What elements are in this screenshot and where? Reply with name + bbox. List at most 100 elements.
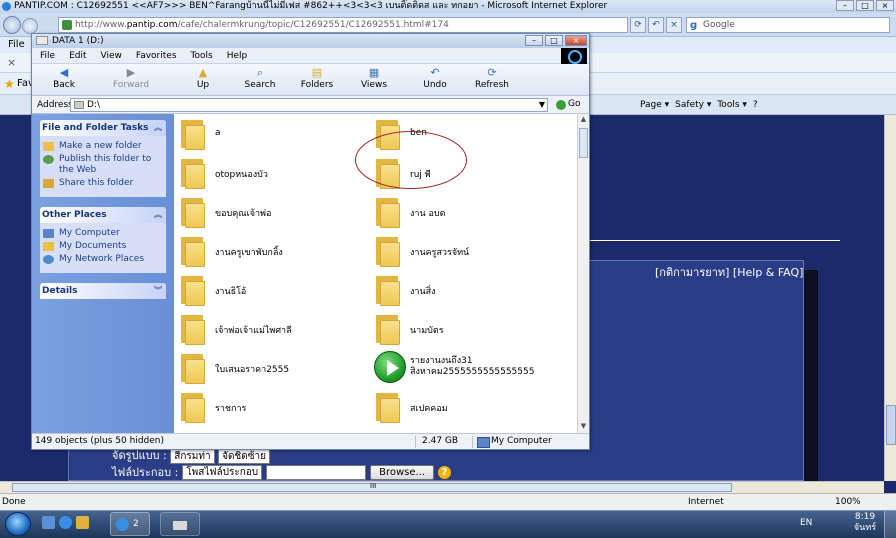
folder-item[interactable]: นามบัตร bbox=[374, 311, 564, 347]
menu-help[interactable]: Help bbox=[227, 48, 248, 63]
ie-search-input[interactable]: g Google bbox=[686, 17, 890, 33]
ie-url-field[interactable]: http://www.pantip.com/cafe/chalermkrung/… bbox=[58, 17, 628, 33]
ie-minimize-button[interactable]: – bbox=[836, 0, 854, 11]
back-icon: ◀ bbox=[59, 66, 69, 79]
ie-back-button[interactable] bbox=[3, 16, 21, 34]
file-folder-tasks-header[interactable]: File and Folder Tasks ︽ bbox=[40, 120, 166, 136]
file-path-input[interactable] bbox=[266, 464, 367, 480]
color-select[interactable]: สีกรมท่า bbox=[170, 449, 215, 464]
help-icon[interactable]: ? bbox=[438, 465, 452, 479]
explorer-window: DATA 1 (D:) – □ × File Edit View Favorit… bbox=[31, 33, 590, 450]
taskbar-ie-group[interactable]: 2 bbox=[110, 512, 150, 536]
item-name: งานครูเขาพับกลิ้ง bbox=[215, 248, 283, 258]
place-my-documents[interactable]: My Documents bbox=[43, 241, 163, 252]
folder-item[interactable]: งานครูสวรจัทน์ bbox=[374, 233, 564, 269]
zoom-level[interactable]: 100% bbox=[835, 494, 861, 510]
status-done: Done bbox=[2, 497, 26, 507]
folder-item[interactable]: a bbox=[179, 116, 369, 152]
toolbar-close-icon[interactable]: × bbox=[7, 56, 16, 69]
views-button[interactable]: ▦ Views bbox=[347, 66, 401, 94]
browse-button[interactable]: Browse... bbox=[370, 464, 435, 480]
start-button[interactable] bbox=[5, 512, 31, 536]
menu-tools[interactable]: Tools bbox=[191, 48, 213, 63]
menu-edit[interactable]: Edit bbox=[69, 48, 86, 63]
folder-item[interactable]: otopหนองบัว bbox=[179, 155, 369, 191]
explorer-minimize-button[interactable]: – bbox=[525, 35, 543, 46]
expand-icon[interactable]: ︾ bbox=[154, 283, 162, 299]
folder-item[interactable]: ขอบคุณเจ้าพ่อ bbox=[179, 194, 369, 230]
clock[interactable]: 8:19 จันทร์ bbox=[850, 512, 880, 534]
address-input[interactable]: D:\ ▼ bbox=[70, 98, 548, 112]
back-button[interactable]: ◀ Back bbox=[37, 66, 91, 94]
stop-button[interactable]: × bbox=[666, 17, 682, 33]
folder-item[interactable]: งานธิโอ้ bbox=[179, 272, 369, 308]
collapse-icon[interactable]: ︽ bbox=[154, 207, 162, 223]
menu-view[interactable]: View bbox=[101, 48, 122, 63]
task-make-folder[interactable]: Make a new folder bbox=[43, 141, 163, 152]
folder-item[interactable]: สเปคคอม bbox=[374, 389, 564, 425]
ie-close-button[interactable]: × bbox=[876, 0, 894, 11]
taskbar-explorer-button[interactable] bbox=[160, 512, 200, 536]
folder-item[interactable]: ใบเสนอราคา2555 bbox=[179, 350, 369, 386]
file-view-scrollbar[interactable]: ▲ ▼ bbox=[577, 114, 589, 433]
cmd-help[interactable]: ? bbox=[753, 97, 758, 113]
cmd-tools[interactable]: Tools ▾ bbox=[717, 97, 747, 113]
ie-maximize-button[interactable]: □ bbox=[856, 0, 874, 11]
task-share-folder[interactable]: Share this folder bbox=[43, 178, 163, 189]
attach-select[interactable]: โพสไฟล์ประกอบ bbox=[182, 464, 263, 480]
scroll-thumb[interactable] bbox=[579, 128, 588, 158]
other-places-panel: Other Places ︽ My Computer My Documents … bbox=[40, 207, 166, 273]
collapse-icon[interactable]: ︽ bbox=[154, 120, 162, 136]
ie-logo-icon bbox=[2, 2, 11, 11]
page-divider bbox=[590, 240, 840, 241]
folder-item[interactable]: งาน อบต bbox=[374, 194, 564, 230]
explorer-window-controls: – □ × bbox=[525, 35, 587, 46]
undo-button[interactable]: ↶ Undo bbox=[408, 66, 462, 94]
rules-help-links[interactable]: [กติกามารยาท] [Help & FAQ] bbox=[655, 263, 803, 281]
ie-horizontal-scrollbar[interactable]: III bbox=[0, 481, 884, 493]
item-name: งานสิ่ง bbox=[410, 287, 436, 297]
cmd-page[interactable]: Page ▾ bbox=[640, 97, 669, 113]
media-file-item[interactable]: รายงานงนถึง31 สิงหาคม2555555555555555 bbox=[374, 350, 564, 386]
ie-menu-file[interactable]: File bbox=[8, 39, 25, 50]
language-indicator[interactable]: EN bbox=[800, 518, 812, 528]
refresh-button-explorer[interactable]: ⟳ Refresh bbox=[465, 66, 519, 94]
menu-file[interactable]: File bbox=[40, 48, 55, 63]
compat-view-button[interactable]: ⟳ bbox=[630, 17, 646, 33]
folder-item[interactable]: งานสิ่ง bbox=[374, 272, 564, 308]
explorer-close-button[interactable]: × bbox=[565, 35, 587, 46]
explorer-quick-icon[interactable] bbox=[76, 516, 89, 529]
forward-button[interactable]: ▶ Forward bbox=[104, 66, 158, 94]
place-my-computer[interactable]: My Computer bbox=[43, 228, 163, 239]
ie-forward-button[interactable] bbox=[22, 18, 38, 34]
details-header[interactable]: Details ︾ bbox=[40, 283, 166, 299]
go-button[interactable]: Go bbox=[554, 98, 586, 112]
align-select[interactable]: จัดชิดซ้าย bbox=[218, 449, 270, 464]
scroll-down-icon[interactable]: ▼ bbox=[578, 422, 589, 432]
task-publish-web[interactable]: Publish this folder to the Web bbox=[43, 154, 163, 176]
explorer-toolbar: ◀ Back ▶ Forward ▲ Up ⌕ Search ▤ Folders… bbox=[32, 64, 589, 96]
place-network[interactable]: My Network Places bbox=[43, 254, 163, 265]
folders-button[interactable]: ▤ Folders bbox=[290, 66, 344, 94]
ie-vertical-scrollbar[interactable] bbox=[884, 115, 896, 481]
folder-item[interactable]: งานครูเขาพับกลิ้ง bbox=[179, 233, 369, 269]
cmd-safety[interactable]: Safety ▾ bbox=[675, 97, 711, 113]
scroll-up-icon[interactable]: ▲ bbox=[578, 115, 589, 125]
up-button[interactable]: ▲ Up bbox=[176, 66, 230, 94]
chevron-down-icon[interactable]: ▼ bbox=[539, 99, 545, 111]
show-desktop-icon[interactable] bbox=[42, 516, 55, 529]
item-name: a bbox=[215, 128, 221, 138]
item-name: งานธิโอ้ bbox=[215, 287, 247, 297]
refresh-button[interactable]: ↶ bbox=[648, 17, 664, 33]
show-desktop-button[interactable] bbox=[884, 511, 896, 538]
ie-quick-icon[interactable] bbox=[59, 516, 72, 529]
search-button[interactable]: ⌕ Search bbox=[233, 66, 287, 94]
other-places-header[interactable]: Other Places ︽ bbox=[40, 207, 166, 223]
folder-item[interactable]: เจ้าพ่อเจ้าแม่ไพศาลี bbox=[179, 311, 369, 347]
quick-launch bbox=[42, 516, 89, 529]
favorites-star-icon[interactable]: ★ bbox=[4, 77, 15, 91]
explorer-maximize-button[interactable]: □ bbox=[545, 35, 563, 46]
status-object-count: 149 objects (plus 50 hidden) bbox=[35, 436, 164, 446]
menu-favorites[interactable]: Favorites bbox=[136, 48, 177, 63]
folder-item[interactable]: ราชการ bbox=[179, 389, 369, 425]
